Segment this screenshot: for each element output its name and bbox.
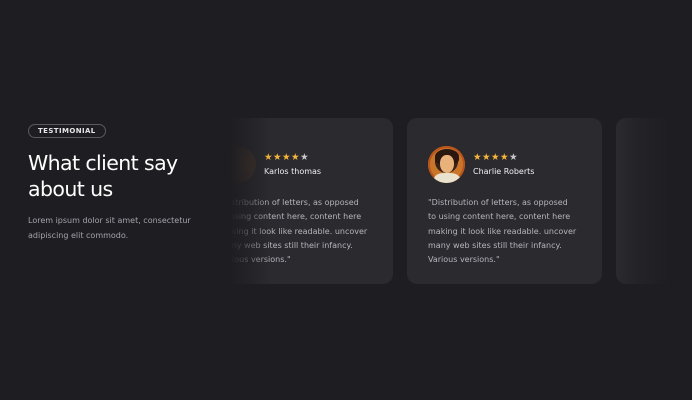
section-badge: TESTIMONIAL	[28, 124, 106, 138]
rating-stars: ★★★★★	[264, 152, 321, 163]
card-header: ★★★★★ Charlie Roberts	[428, 145, 582, 183]
testimonial-card-partial[interactable]	[616, 118, 670, 284]
card-meta: ★★★★★ Charlie Roberts	[473, 152, 534, 176]
rating-stars: ★★★★★	[473, 152, 534, 163]
client-name: Karlos thomas	[264, 167, 322, 176]
section-heading: What client say about us	[28, 151, 178, 201]
star-icon-empty: ★	[300, 152, 310, 163]
testimonial-quote: "Distribution of letters, as opposed to …	[230, 198, 368, 265]
testimonial-card[interactable]: ★★★★★ Karlos thomas "Distribution of let…	[230, 118, 393, 284]
card-meta: ★★★★★ Karlos thomas	[264, 152, 321, 176]
testimonial-carousel[interactable]: ★★★★★ Karlos thomas "Distribution of let…	[230, 118, 670, 284]
section-description: Lorem ipsum dolor sit amet, consectetur …	[28, 216, 191, 240]
star-icon-empty: ★	[509, 152, 519, 163]
star-icon-filled: ★★★★	[264, 152, 301, 163]
avatar-shirt	[434, 172, 460, 183]
avatar	[230, 145, 256, 183]
avatar	[428, 145, 465, 183]
testimonial-card[interactable]: ★★★★★ Charlie Roberts "Distribution of l…	[407, 118, 602, 284]
client-name: Charlie Roberts	[473, 167, 535, 176]
avatar-face	[440, 154, 454, 173]
card-header: ★★★★★ Karlos thomas	[230, 145, 373, 183]
testimonial-quote: "Distribution of letters, as opposed to …	[428, 198, 577, 265]
star-icon-filled: ★★★★	[473, 152, 510, 163]
testimonial-intro: TESTIMONIAL What client say about us Lor…	[28, 118, 228, 243]
